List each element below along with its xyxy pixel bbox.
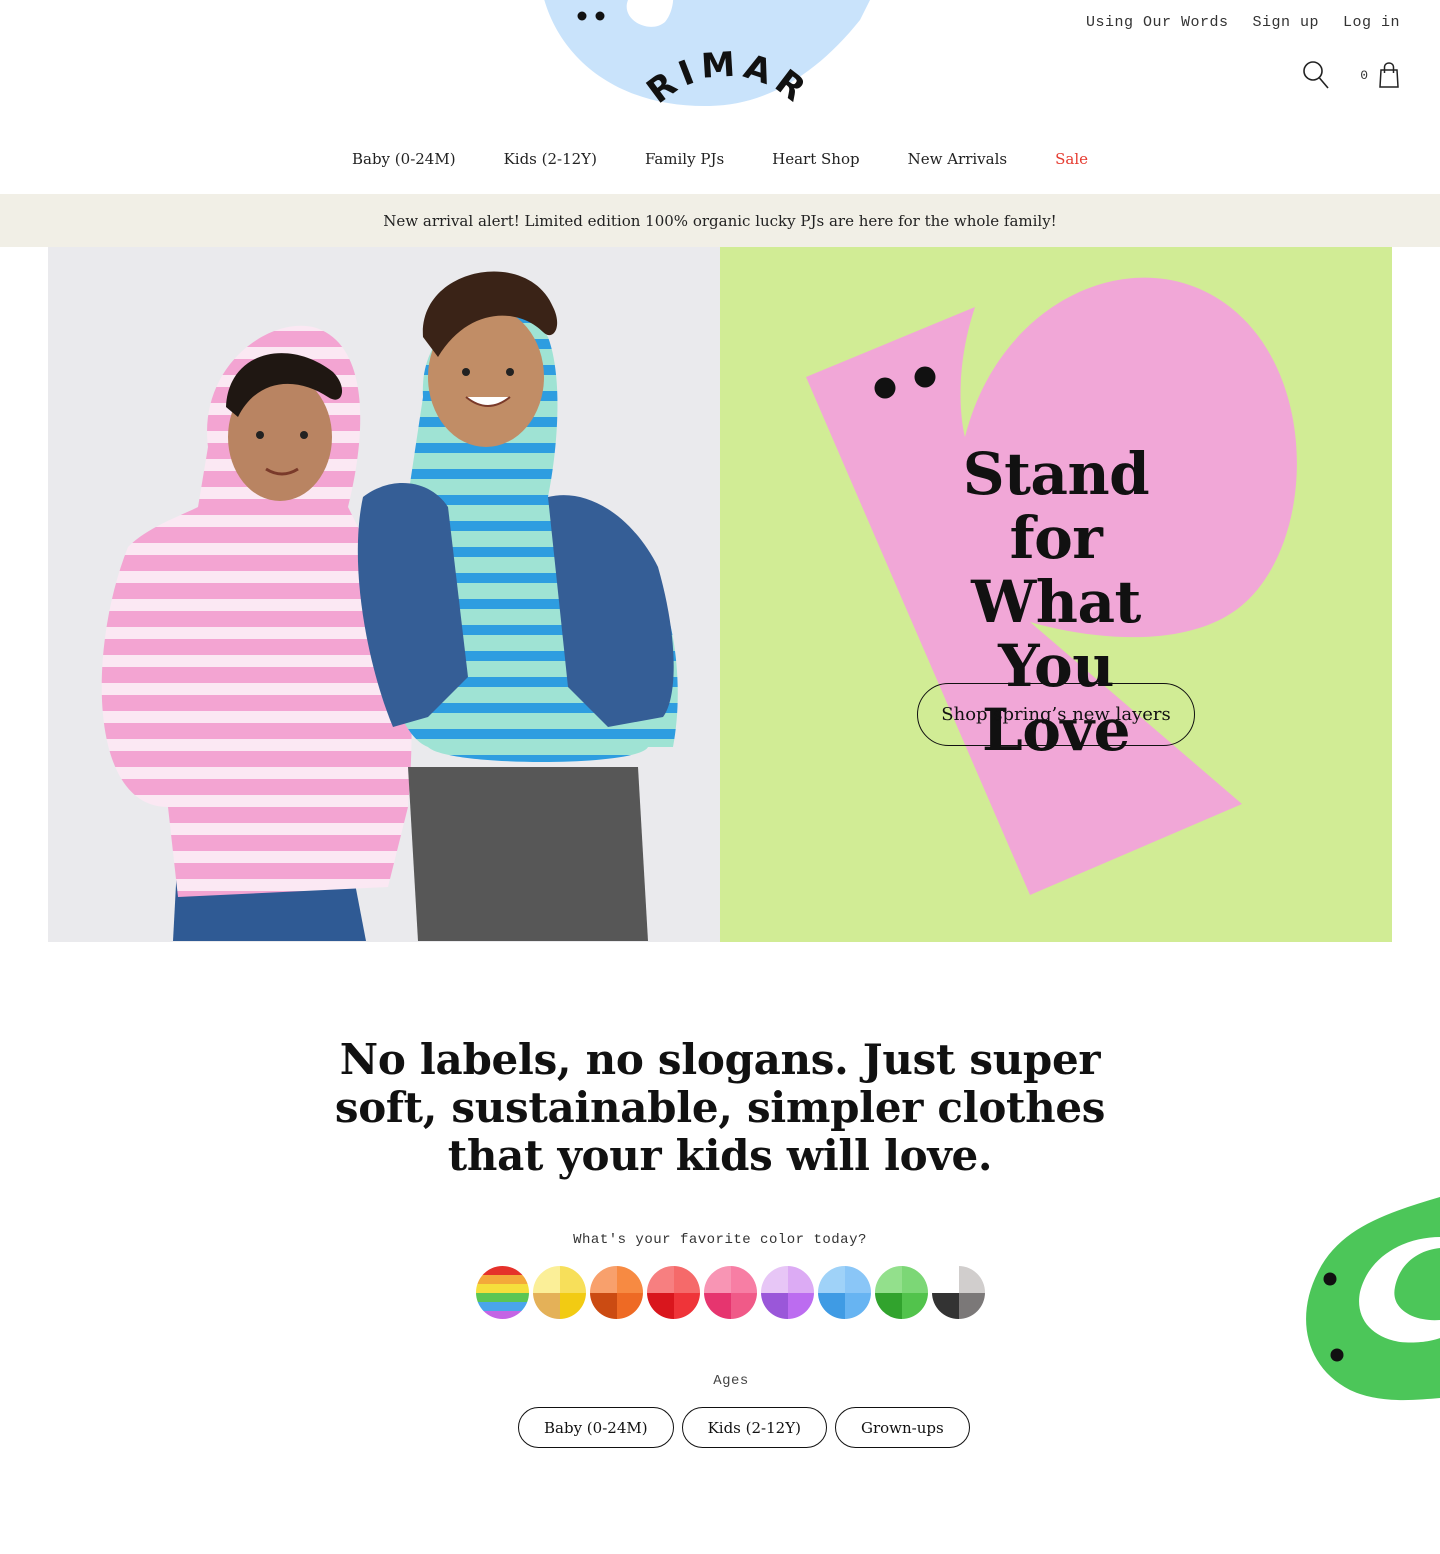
nav-item-family-pjs[interactable]: Family PJs [645,150,724,168]
shopping-bag-icon [1379,62,1399,88]
using-our-words-link[interactable]: Using Our Words [1086,14,1229,31]
nav-item-baby[interactable]: Baby (0-24M) [352,150,456,168]
age-pill-kids[interactable]: Kids (2-12Y) [681,1407,827,1448]
hero-photo[interactable] [48,247,720,942]
nav-item-heart-shop[interactable]: Heart Shop [772,150,859,168]
age-pill-baby[interactable]: Baby (0-24M) [518,1407,674,1448]
intro-heading: No labels, no slogans. Just super soft, … [0,1036,1440,1180]
swatch-rainbow[interactable] [476,1266,529,1319]
cart-count: 0 [1360,67,1368,83]
nav-item-new-arrivals[interactable]: New Arrivals [908,150,1008,168]
cart-button[interactable]: 0 [1360,62,1400,88]
swatch-purple[interactable] [761,1266,814,1319]
ages-label: Ages [713,1373,749,1389]
color-swatches [476,1266,985,1319]
log-in-link[interactable]: Log in [1343,14,1400,31]
color-picker-prompt: What's your favorite color today? [573,1232,867,1248]
sign-up-link[interactable]: Sign up [1252,14,1319,31]
svg-text:PRIMARY: PRIMARY [560,0,816,112]
swatch-pink[interactable] [704,1266,757,1319]
age-pill-grownups[interactable]: Grown-ups [834,1407,970,1448]
nav-item-sale[interactable]: Sale [1055,150,1088,168]
hero-heading-line-1: Stand for [962,440,1150,572]
swatch-red[interactable] [647,1266,700,1319]
green-character-graphic [1306,1197,1440,1401]
intro-heading-line-2: soft, sustainable, simpler clothes [334,1083,1106,1132]
swatch-gray[interactable] [932,1266,985,1319]
nav-item-kids[interactable]: Kids (2-12Y) [504,150,597,168]
intro-heading-line-1: No labels, no slogans. Just super [339,1035,1101,1084]
age-filters: Baby (0-24M) Kids (2-12Y) Grown-ups [518,1407,970,1448]
header-actions: 0 [1302,60,1400,90]
hero: Stand for What You Love Shop spring’s ne… [48,247,1392,942]
logo[interactable]: PRIMARY [560,0,880,130]
swatch-orange[interactable] [590,1266,643,1319]
shop-spring-layers-button[interactable]: Shop spring’s new layers [917,683,1195,746]
search-icon[interactable] [1302,60,1330,90]
hero-photo-illustration [101,271,678,941]
hero-heading-line-2: What You [971,568,1141,700]
utility-nav: Using Our Words Sign up Log in [1086,14,1400,31]
main-nav: Baby (0-24M) Kids (2-12Y) Family PJs Hea… [0,150,1440,168]
swatch-blue[interactable] [818,1266,871,1319]
swatch-yellow[interactable] [533,1266,586,1319]
intro-heading-line-3: that your kids will love. [447,1131,993,1180]
promo-banner[interactable]: New arrival alert! Limited edition 100% … [0,194,1440,247]
swatch-green[interactable] [875,1266,928,1319]
hero-promo-panel: Stand for What You Love Shop spring’s ne… [720,247,1392,942]
promo-text: New arrival alert! Limited edition 100% … [383,211,1057,230]
